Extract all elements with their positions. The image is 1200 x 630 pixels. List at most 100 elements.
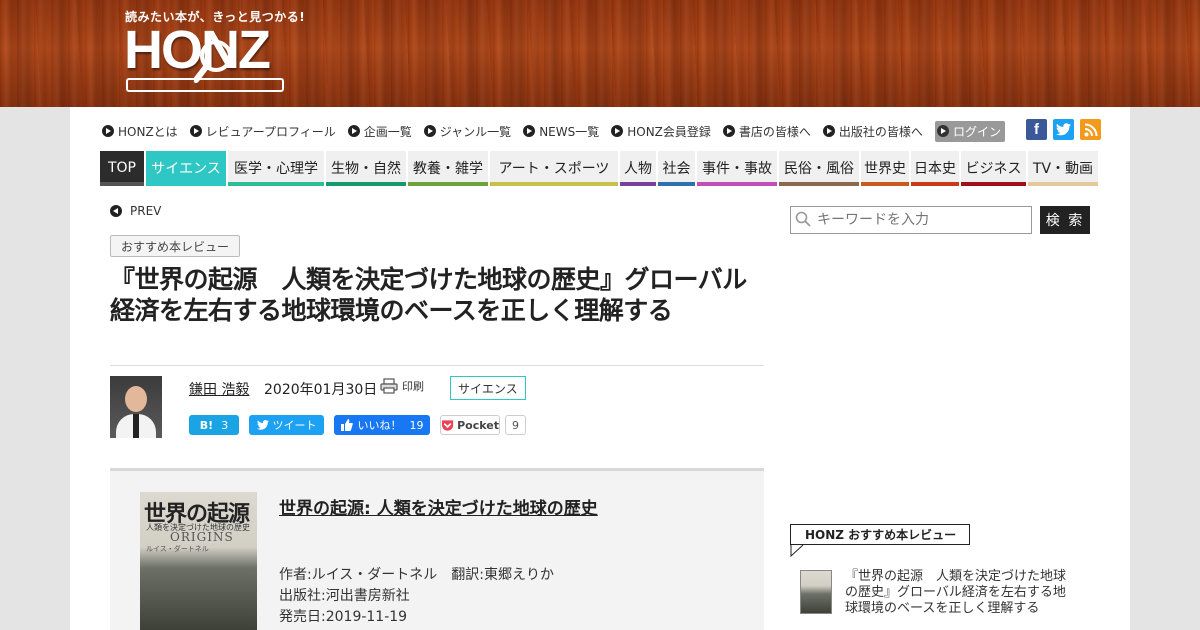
facebook-glyph: f [1034,121,1039,138]
arrow-circle-icon [189,125,202,137]
rss-feed-icon [1084,123,1097,136]
search-button[interactable]: 検 索 [1040,206,1090,234]
twitter-bird-icon [1056,123,1071,136]
arrow-left-circle-icon [110,205,122,217]
cat-label: サイエンス [151,160,221,177]
recommended-heading: HONZ おすすめ本レビュー [790,524,970,545]
util-link-label: 書店の皆様へ [738,124,811,139]
util-link-about[interactable]: HONZとは [102,123,178,140]
facebook-like-button[interactable]: いいね！ 19 [334,415,430,435]
cat-label: アート・スポーツ [498,160,610,177]
book-title-link[interactable]: 世界の起源: 人類を決定づけた地球の歴史 [279,494,598,519]
title-divider [110,365,764,366]
site-header: 読みたい本が、きっと見つかる! HONZ [0,0,1200,107]
cat-label: 日本史 [914,160,956,177]
cat-label: 教養・雑学 [413,160,483,177]
cat-label: ビジネス [965,160,1022,177]
author-link[interactable]: 鎌田 浩毅 [189,379,249,399]
category-nav: TOP サイエンス 医学・心理学 生物・自然 教養・雑学 アート・スポーツ 人物… [100,151,1098,186]
social-top: f [1026,119,1101,140]
util-link-register[interactable]: HONZ会員登録 [611,123,711,140]
cat-tab-art-sports[interactable]: アート・スポーツ [490,151,618,186]
rss-icon[interactable] [1080,119,1101,140]
cat-tab-japan-history[interactable]: 日本史 [911,151,959,186]
cat-tab-tv[interactable]: TV・動画 [1028,151,1098,186]
util-link-label: HONZ会員登録 [627,124,711,139]
avatar-face [125,386,147,412]
cat-label: 人物 [624,160,652,177]
cat-label: 世界史 [864,160,906,177]
pocket-count: 9 [505,415,526,435]
book-release-line: 発売日:2019-11-19 [279,609,408,625]
print-label: 印刷 [402,380,424,393]
cat-label: TOP [107,159,136,176]
cat-tab-world-history[interactable]: 世界史 [861,151,909,186]
recommended-item-link[interactable]: 『世界の起源 人類を決定づけた地球の歴史』グローバル経済を左右する地球環境のベー… [845,569,1075,617]
util-link-label: 出版社の皆様へ [838,124,923,139]
cover-author: ルイス・ダートネル [146,545,209,553]
cat-label: 社会 [662,160,691,177]
login-label: ログイン [952,124,1001,139]
util-link-news[interactable]: NEWS一覧 [523,123,599,140]
search-icon [795,211,811,227]
cat-label: 生物・自然 [331,160,401,177]
avatar-tie [133,414,139,438]
cat-tab-people[interactable]: 人物 [620,151,656,186]
cat-label: 医学・心理学 [234,160,318,177]
arrow-circle-icon [822,125,835,137]
site-logo[interactable]: 読みたい本が、きっと見つかる! HONZ [122,8,305,100]
prev-label: PREV [130,204,162,218]
util-link-reviewers[interactable]: レビュアープロフィール [189,123,336,140]
speech-tail-icon [790,545,804,557]
book-author-line: 作者:ルイス・ダートネル 翻訳:東郷えりか [279,567,555,583]
cat-label: 事件・事故 [702,160,772,177]
category-tag[interactable]: サイエンス [450,376,526,400]
print-button[interactable]: 印刷 [380,378,424,394]
facebook-icon[interactable]: f [1026,119,1047,140]
magnifier-icon [194,40,232,83]
util-link-features[interactable]: 企画一覧 [347,123,412,140]
util-link-bookstores[interactable]: 書店の皆様へ [722,123,811,140]
tweet-button[interactable]: ツイート [249,415,324,435]
util-link-label: HONZとは [118,124,178,139]
pocket-button[interactable]: Pocket [440,415,500,435]
like-count: 19 [409,418,424,432]
printer-icon [380,378,398,394]
prev-link[interactable]: PREV [110,204,161,218]
cat-tab-science[interactable]: サイエンス [146,151,226,186]
arrow-circle-icon [611,125,624,137]
cat-tab-society[interactable]: 社会 [658,151,695,186]
util-link-label: NEWS一覧 [539,124,600,139]
arrow-circle-icon [102,125,114,137]
author-avatar[interactable] [110,376,162,438]
like-label: いいね！ [357,419,402,432]
arrow-circle-icon [347,125,360,137]
review-type-badge[interactable]: おすすめ本レビュー [110,235,241,257]
util-link-label: ジャンル一覧 [439,124,512,139]
tweet-label: ツイート [272,419,317,432]
cat-tab-culture[interactable]: 教養・雑学 [408,151,488,186]
utility-nav: HONZとは レビュアープロフィール 企画一覧 ジャンル一覧 NEWS一覧 HO… [102,120,1017,142]
util-link-publishers[interactable]: 出版社の皆様へ [822,123,923,140]
util-link-label: 企画一覧 [363,124,412,139]
cat-tab-top[interactable]: TOP [100,151,144,186]
pocket-label: Pocket [457,418,499,432]
cat-tab-biology[interactable]: 生物・自然 [326,151,406,186]
hatena-count: 3 [221,418,229,432]
book-cover-image[interactable]: 世界の起源 人類を決定づけた地球の歴史 ORIGINS ルイス・ダートネル [140,492,257,630]
pocket-icon [441,419,454,431]
util-link-genres[interactable]: ジャンル一覧 [423,123,512,140]
hatena-bookmark-button[interactable]: B! 3 [189,415,239,435]
cat-tab-folklore[interactable]: 民俗・風俗 [779,151,859,186]
login-button[interactable]: ログイン [934,120,1005,142]
logo-underline [126,78,284,92]
arrow-circle-icon [423,125,436,137]
search-input[interactable] [790,206,1032,234]
twitter-icon[interactable] [1053,119,1074,140]
arrow-circle-icon [722,125,735,137]
cat-tab-medicine[interactable]: 医学・心理学 [228,151,324,186]
publish-date: 2020年01月30日 [264,382,378,398]
cat-tab-incidents[interactable]: 事件・事故 [697,151,777,186]
cat-tab-business[interactable]: ビジネス [961,151,1026,186]
recommended-thumbnail[interactable] [800,570,832,614]
